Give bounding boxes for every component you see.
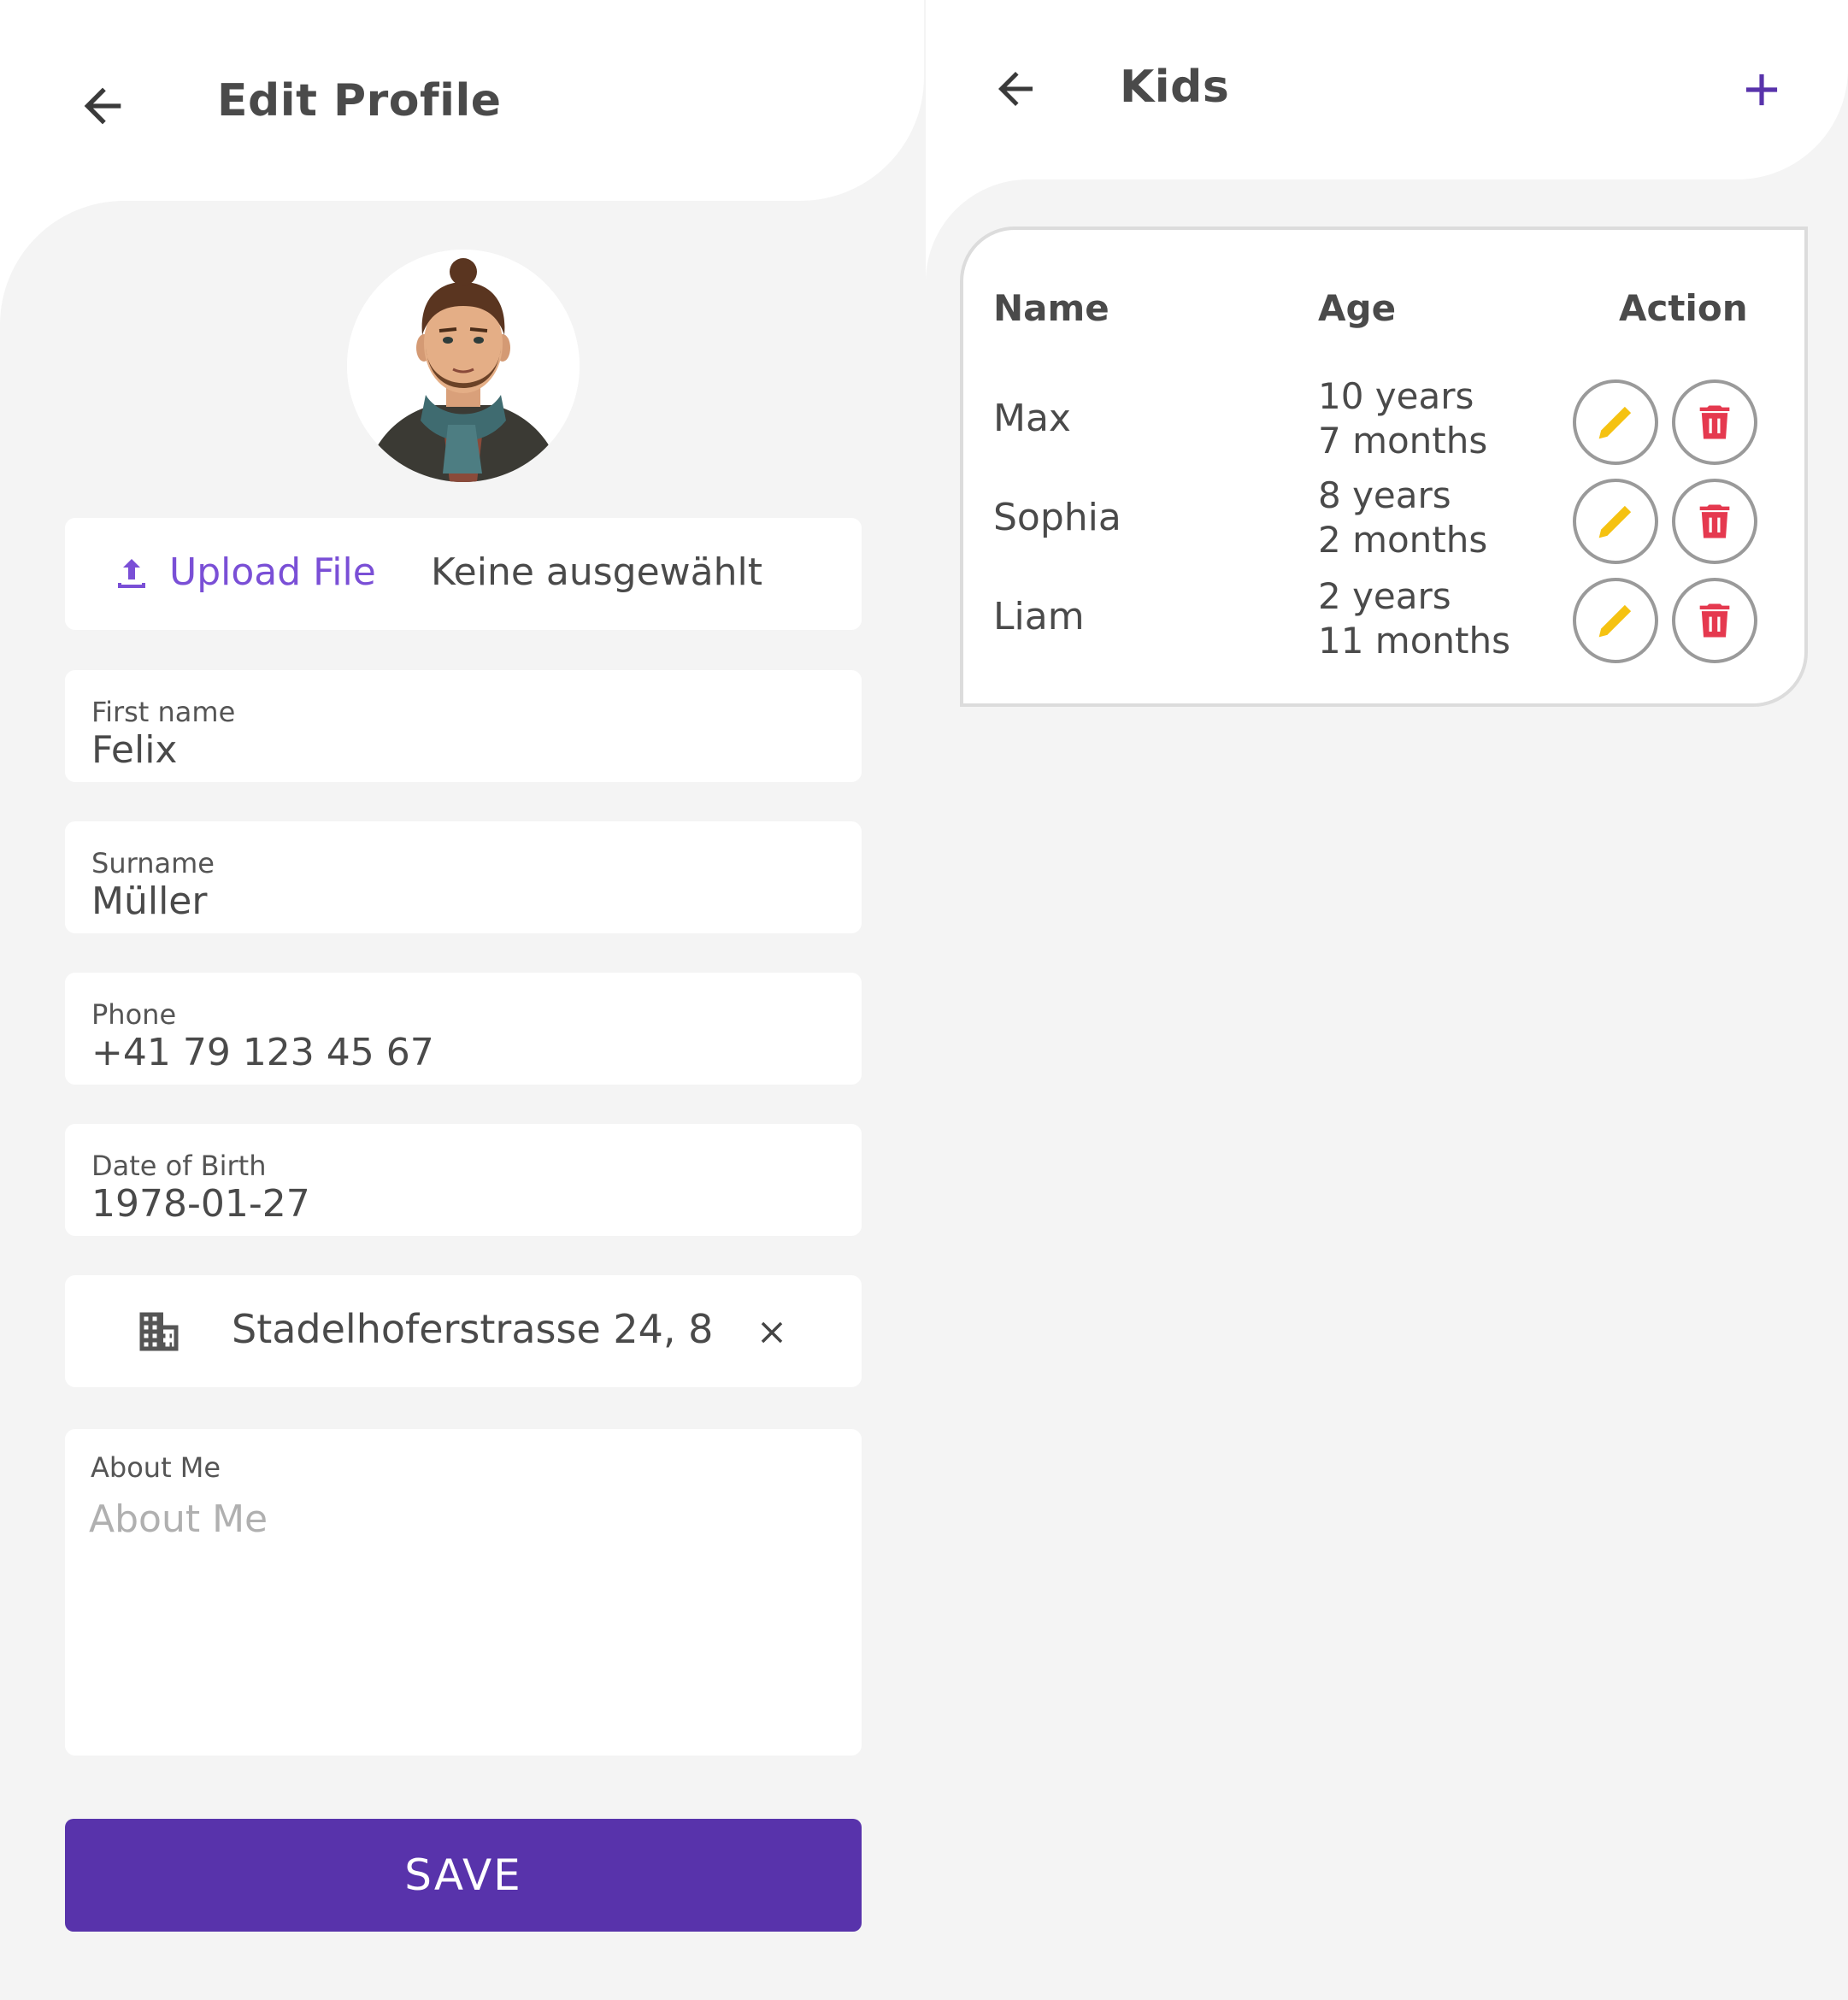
- kid-age-years: 10 years: [1318, 375, 1474, 417]
- first-name-value[interactable]: Felix: [91, 728, 177, 772]
- plus-icon[interactable]: [1735, 63, 1788, 120]
- column-header-age: Age: [1318, 287, 1397, 329]
- page-title: Edit Profile: [217, 75, 502, 126]
- surname-field[interactable]: Surname Müller: [65, 821, 862, 933]
- pencil-icon: [1598, 604, 1632, 638]
- address-value[interactable]: Stadelhoferstrasse 24, 8: [232, 1306, 713, 1352]
- kids-header: [926, 0, 1848, 179]
- trash-icon: [1699, 603, 1730, 638]
- pencil-icon: [1598, 406, 1632, 439]
- about-me-input[interactable]: [87, 1496, 834, 1738]
- date-of-birth-field[interactable]: Date of Birth 1978-01-27: [65, 1124, 862, 1236]
- address-field[interactable]: Stadelhoferstrasse 24, 8: [65, 1275, 862, 1387]
- kid-age-months: 2 months: [1318, 519, 1488, 561]
- delete-kid-button[interactable]: [1672, 479, 1757, 564]
- date-of-birth-label: Date of Birth: [91, 1150, 267, 1182]
- kid-age-months: 11 months: [1318, 620, 1510, 662]
- about-me-label: About Me: [91, 1451, 221, 1484]
- phone-field[interactable]: Phone +41 79 123 45 67: [65, 973, 862, 1085]
- pencil-icon: [1598, 505, 1632, 538]
- kid-age-months: 7 months: [1318, 420, 1488, 462]
- kid-age: 2 years 11 months: [1318, 574, 1510, 663]
- back-arrow-icon[interactable]: [990, 63, 1041, 115]
- avatar-illustration: [347, 250, 580, 482]
- kid-name: Sophia: [993, 496, 1121, 539]
- delete-kid-button[interactable]: [1672, 379, 1757, 465]
- back-arrow-icon[interactable]: [75, 79, 130, 133]
- avatar[interactable]: [347, 250, 580, 482]
- upload-file-status: Keine ausgewählt: [431, 550, 762, 594]
- column-header-action: Action: [1619, 287, 1748, 329]
- kid-age: 8 years 2 months: [1318, 474, 1487, 562]
- edit-kid-button[interactable]: [1573, 379, 1658, 465]
- phone-value[interactable]: +41 79 123 45 67: [91, 1031, 434, 1074]
- trash-icon: [1699, 405, 1730, 439]
- edit-kid-button[interactable]: [1573, 479, 1658, 564]
- edit-kid-button[interactable]: [1573, 578, 1658, 663]
- surname-label: Surname: [91, 847, 215, 879]
- kid-name: Max: [993, 397, 1071, 440]
- kid-name: Liam: [993, 595, 1085, 638]
- column-header-name: Name: [993, 287, 1109, 329]
- kid-age-years: 2 years: [1318, 575, 1451, 617]
- save-button[interactable]: SAVE: [65, 1819, 862, 1932]
- first-name-label: First name: [91, 696, 236, 728]
- close-icon[interactable]: [754, 1315, 790, 1354]
- surname-value[interactable]: Müller: [91, 879, 207, 923]
- trash-icon: [1699, 504, 1730, 538]
- date-of-birth-value[interactable]: 1978-01-27: [91, 1182, 310, 1226]
- phone-label: Phone: [91, 998, 177, 1031]
- kid-age-years: 8 years: [1318, 474, 1451, 516]
- building-icon: [133, 1306, 185, 1361]
- about-me-field: About Me: [65, 1429, 862, 1756]
- delete-kid-button[interactable]: [1672, 578, 1757, 663]
- upload-file-row: Upload File Keine ausgewählt: [65, 518, 862, 630]
- kids-title: Kids: [1120, 62, 1230, 113]
- upload-icon: [111, 554, 152, 598]
- first-name-field[interactable]: First name Felix: [65, 670, 862, 782]
- upload-file-button[interactable]: Upload File: [169, 550, 376, 594]
- kid-age: 10 years 7 months: [1318, 374, 1487, 463]
